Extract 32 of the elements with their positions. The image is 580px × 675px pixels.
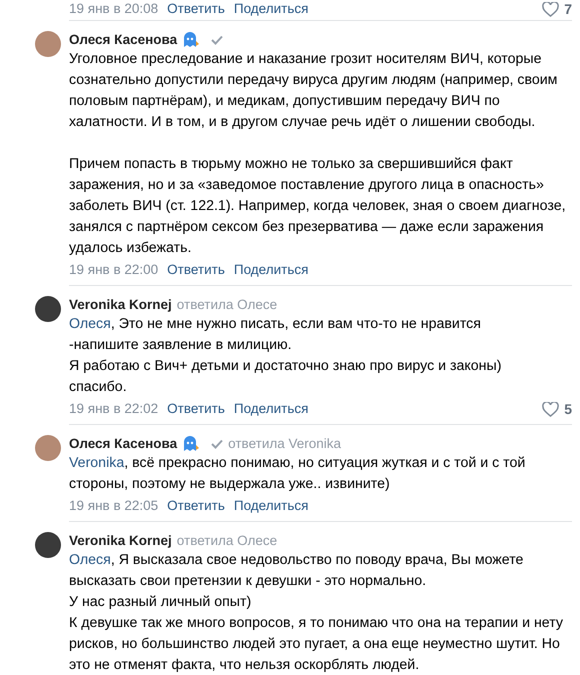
reply-to-label: ответила Олесе [176, 296, 278, 313]
author-name[interactable]: Veronika Kornej [69, 296, 172, 313]
share-link[interactable]: Поделиться [234, 0, 308, 18]
reply-to-label: ответила Олесе [176, 532, 278, 549]
mention-link[interactable]: Veronika [69, 455, 124, 471]
comment-text: Уголовное преследование и наказание грозит носителям ВИЧ, которые сознательно допустили передачу вируса другим людям (например, своим половым партнёрам), и медикам, допустившим передачу ВИЧ по халатности. И в том, и в другом случае речь идёт о лишении свободы. Причем попасть в тюрьму можно не только за свершившийся факт заражения, но и за «заведомое поставление другого лица в опасность» заболеть ВИЧ (ст. 122.1). Например, когда человек, зная о своем диагнозе, занялся с партнёром сексом без презерватива — даже если заражения удалось избежать. [69, 50, 567, 258]
mention-link[interactable]: Олеся [69, 316, 111, 332]
comment-date: 19 янв в 20:08 [69, 0, 158, 18]
reply-link[interactable]: Ответить [167, 261, 225, 279]
share-link[interactable]: Поделиться [234, 261, 308, 279]
mention-link[interactable]: Олеся [69, 552, 111, 568]
reply-link[interactable]: Ответить [167, 497, 225, 515]
share-link[interactable]: Поделиться [234, 400, 308, 418]
share-link[interactable]: Поделиться [234, 497, 308, 515]
comment-text: Олеся, Это не мне нужно писать, если вам что-то не нравится -напишите заявление в милицию. Я работаю с Вич+ детьми и достаточно знаю про вирус и законы) спасибо. [69, 315, 502, 397]
heart-icon[interactable] [542, 2, 560, 16]
avatar[interactable] [35, 532, 61, 558]
author-name[interactable]: Олеся Касенова [69, 435, 178, 452]
heart-icon[interactable] [542, 402, 560, 416]
reply-link[interactable]: Ответить [167, 400, 225, 418]
comment-date: 19 янв в 22:05 [69, 497, 158, 515]
like-count: 5 [564, 400, 572, 418]
reply-link[interactable]: Ответить [167, 0, 225, 18]
author-name[interactable]: Олеся Касенова [69, 31, 178, 48]
comment-date: 19 янв в 22:02 [69, 400, 158, 418]
reply-to-label: ответила Veronika [228, 435, 342, 452]
comment-text: Veronika, всё прекрасно понимаю, но ситуация жуткая и с той и с той стороны, поэтому не выдержала уже.. извините) [69, 454, 526, 494]
avatar[interactable] [35, 296, 61, 322]
like-count: 7 [564, 0, 572, 18]
comment-date: 19 янв в 22:00 [69, 261, 158, 279]
comment-text: Олеся, Я высказала свое недовольство по поводу врача, Вы можете высказать свои претензии к девушки - это нормально. У нас разный личный опыт) К девушке так же много вопросов, я то понимаю что она на терапии и нету рисков, но большинство людей это пугает, а она еще неуместно шутит. Но это не отменят факта, что нельзя оскорблять людей. [69, 551, 564, 675]
author-name[interactable]: Veronika Kornej [69, 532, 172, 549]
